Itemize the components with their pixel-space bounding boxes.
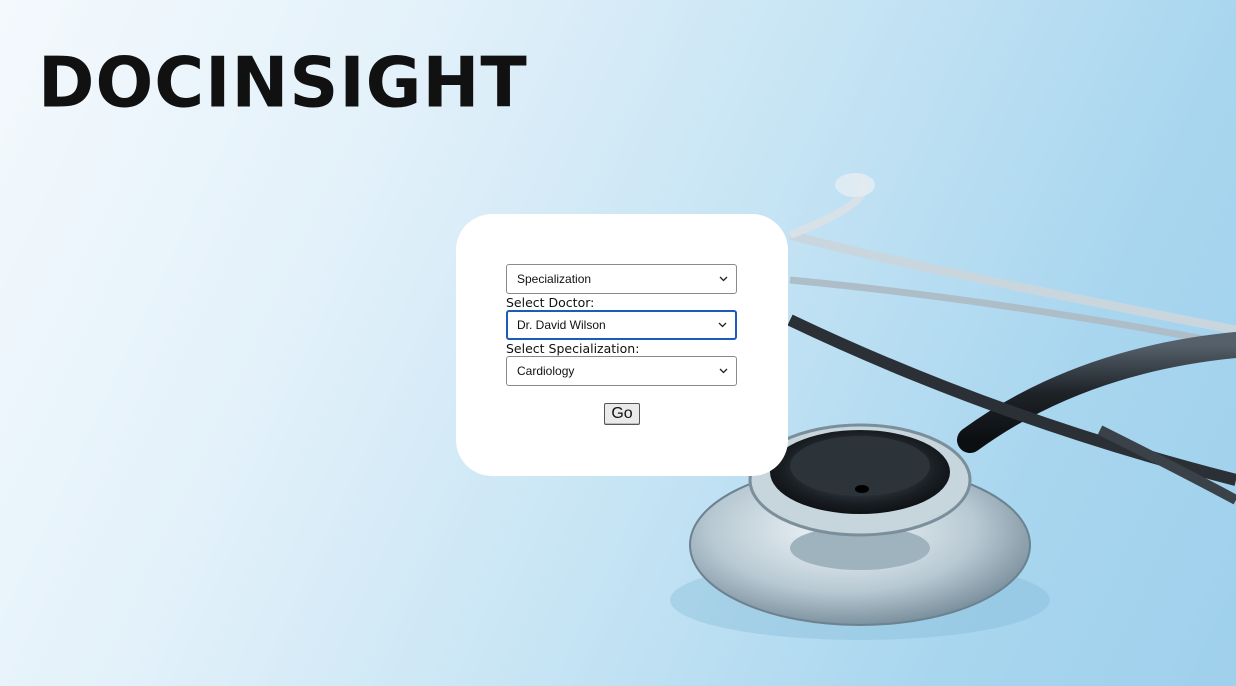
doctor-select-value: Dr. David Wilson [517, 318, 606, 332]
specialization-select-value: Cardiology [517, 364, 575, 378]
doctor-search-form: Specialization Select Doctor: Dr. David … [506, 264, 738, 425]
specialization-filter-select[interactable]: Specialization [506, 264, 737, 294]
specialization-select[interactable]: Cardiology [506, 356, 737, 386]
chevron-down-icon [718, 366, 728, 376]
doctor-search-card: Specialization Select Doctor: Dr. David … [456, 214, 788, 476]
app-logo: DOCINSIGHT [38, 43, 528, 124]
select-doctor-label: Select Doctor: [506, 295, 595, 310]
specialization-filter-value: Specialization [517, 272, 592, 286]
doctor-select[interactable]: Dr. David Wilson [506, 310, 737, 340]
submit-row: Go [506, 403, 738, 425]
chevron-down-icon [717, 320, 727, 330]
go-button[interactable]: Go [604, 403, 640, 425]
select-specialization-label: Select Specialization: [506, 341, 640, 356]
chevron-down-icon [718, 274, 728, 284]
